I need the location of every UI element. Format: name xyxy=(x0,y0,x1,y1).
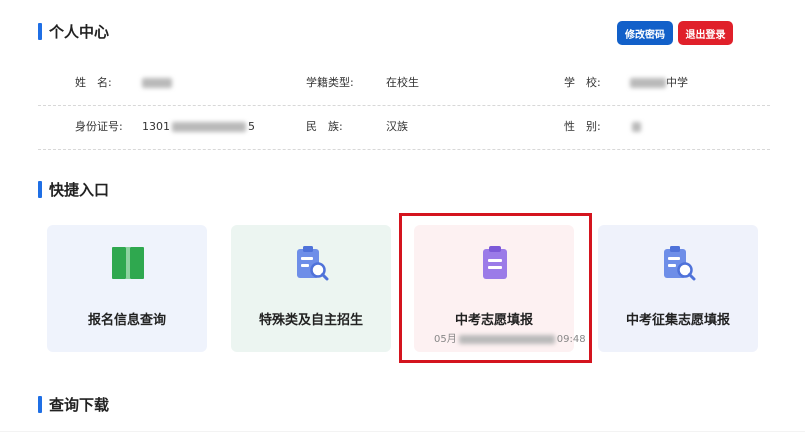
redacted-gender xyxy=(632,122,641,132)
change-password-button[interactable]: 修改密码 xyxy=(617,21,673,45)
document-search-icon xyxy=(664,246,696,281)
page-title-text: 个人中心 xyxy=(49,22,110,41)
name-value xyxy=(142,60,172,105)
name-label: 姓 名: xyxy=(75,76,112,89)
highlight-box xyxy=(399,213,592,363)
book-icon xyxy=(112,247,144,279)
id-number-value: 1301 5 xyxy=(142,120,255,133)
divider xyxy=(0,431,805,432)
shortcut-label: 特殊类及自主招生 xyxy=(258,313,363,328)
status-type-value: 在校生 xyxy=(386,76,419,89)
shortcut-card-special-admission[interactable]: 特殊类及自主招生 xyxy=(231,225,391,352)
redacted-school xyxy=(630,78,666,88)
shortcut-card-supplementary-volunteer[interactable]: 中考征集志愿填报 xyxy=(598,225,758,352)
shortcuts-title-text: 快捷入口 xyxy=(49,180,110,199)
document-search-icon xyxy=(297,246,329,281)
gender-label: 性 别: xyxy=(564,120,601,133)
downloads-title-text: 查询下载 xyxy=(49,395,110,414)
shortcut-card-registration-query[interactable]: 报名信息查询 xyxy=(47,225,207,352)
profile-row-1: 姓 名: 学籍类型: 在校生 学 校: 中学 xyxy=(38,60,770,106)
shortcut-label: 报名信息查询 xyxy=(87,313,166,328)
id-number-label: 身份证号: xyxy=(75,120,123,133)
ethnicity-label: 民 族: xyxy=(306,120,343,133)
school-label: 学 校: xyxy=(564,76,601,89)
status-type-label: 学籍类型: xyxy=(306,76,354,89)
title-accent-bar xyxy=(38,22,42,40)
school-value: 中学 xyxy=(630,60,688,105)
shortcut-label: 中考征集志愿填报 xyxy=(625,313,730,328)
title-accent-bar xyxy=(38,395,42,413)
page-title: 个人中心 xyxy=(38,21,109,41)
profile-row-2: 身份证号: 1301 5 民 族: 汉族 性 别: xyxy=(38,104,770,150)
gender-value xyxy=(632,104,641,149)
shortcuts-title: 快捷入口 xyxy=(38,179,109,199)
redacted-id xyxy=(172,122,246,132)
redacted-name xyxy=(142,78,172,88)
logout-button[interactable]: 退出登录 xyxy=(678,21,733,45)
title-accent-bar xyxy=(38,180,42,198)
downloads-title: 查询下载 xyxy=(38,394,109,414)
ethnicity-value: 汉族 xyxy=(386,120,408,133)
